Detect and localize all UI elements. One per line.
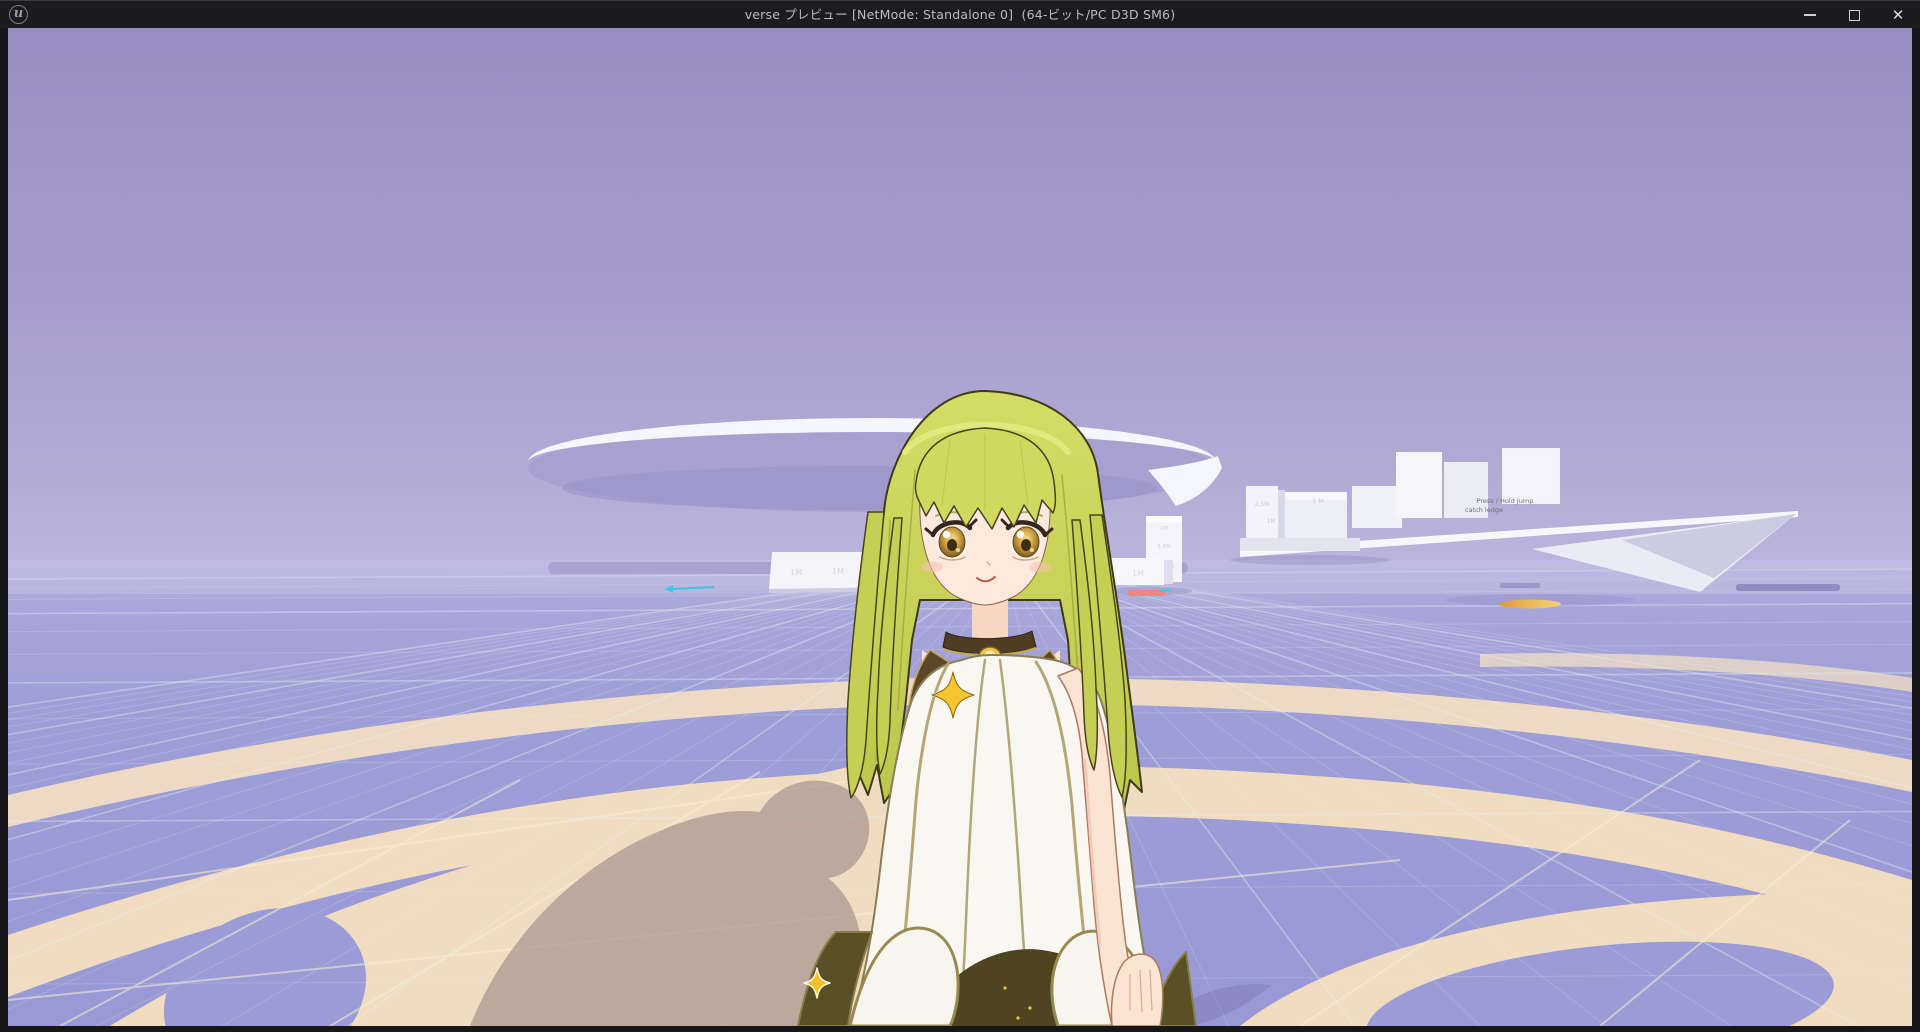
blush-left [921, 562, 943, 573]
minimize-button[interactable] [1800, 5, 1820, 25]
window-title: verse プレビュー [NetMode: Standalone 0] (64-… [0, 1, 1920, 29]
app-window: u verse プレビュー [NetMode: Standalone 0] (6… [0, 0, 1920, 1032]
minimize-icon [1804, 14, 1816, 16]
window-titlebar: u verse プレビュー [NetMode: Standalone 0] (6… [0, 0, 1920, 28]
orange-prop [1499, 600, 1561, 609]
close-button[interactable]: ✕ [1888, 5, 1908, 25]
far-cluster-label-a: 2.5M [1255, 501, 1270, 508]
close-icon: ✕ [1892, 8, 1905, 23]
far-cluster-label-b: 1M [1267, 518, 1276, 525]
tower-label-top: 1M [1160, 526, 1168, 532]
maximize-icon [1849, 10, 1860, 21]
measure-bar-label-2: 1M [832, 567, 844, 576]
tower-label-mid: 2.5M [1157, 544, 1171, 550]
ledge-sign-line1: Press / Hold Jump [1477, 497, 1534, 505]
far-cluster-label-c: 1 M [1312, 497, 1324, 505]
distant-shadow-dash [1736, 584, 1840, 591]
maximize-button[interactable] [1844, 5, 1864, 25]
tower-label-front: 1M [1132, 569, 1144, 578]
red-capsule-gizmo [1128, 589, 1171, 596]
ledge-sign-line2: catch ledge [1465, 506, 1503, 514]
game-viewport[interactable]: 2.5M 1M 1 M Press / Hold Jump catch ledg… [8, 28, 1912, 1026]
window-controls: ✕ [1800, 1, 1908, 29]
measure-bar-label-1: 1M [790, 568, 802, 577]
blush-right [1029, 562, 1051, 573]
